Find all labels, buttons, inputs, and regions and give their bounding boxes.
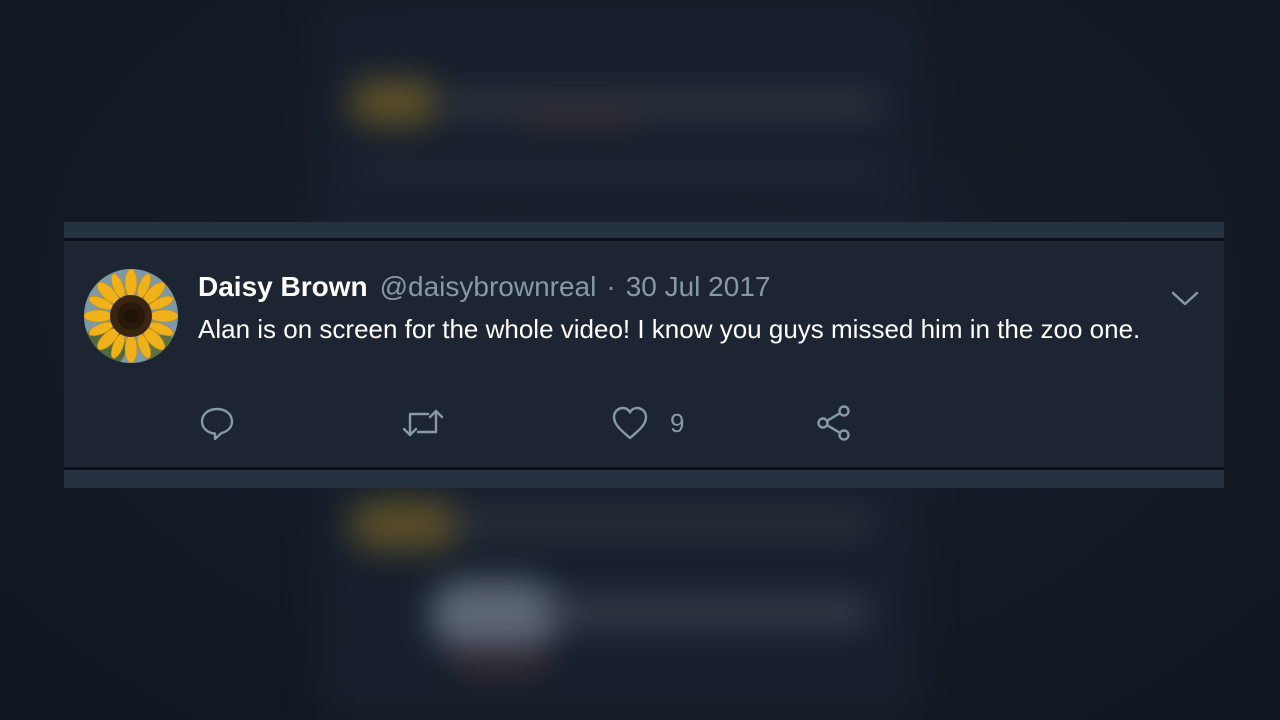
author-handle[interactable]: @daisybrownreal [380, 271, 597, 303]
author-name[interactable]: Daisy Brown [198, 271, 368, 303]
blurred-avatar-bottom [350, 500, 460, 550]
video-frame: Daisy Brown @daisybrownreal · 30 Jul 201… [0, 0, 1280, 720]
tweet-menu-button[interactable] [1170, 289, 1200, 309]
avatar[interactable] [84, 269, 178, 363]
blurred-text-top-accent [520, 110, 640, 128]
sunflower-avatar-icon [84, 269, 178, 363]
like-button[interactable]: 9 [610, 403, 684, 443]
share-button[interactable] [814, 403, 854, 443]
tweet-header: Daisy Brown @daisybrownreal · 30 Jul 201… [198, 271, 770, 305]
retweet-icon [402, 409, 444, 437]
tweet-card[interactable]: Daisy Brown @daisybrownreal · 30 Jul 201… [64, 238, 1224, 470]
tweet-card-frame: Daisy Brown @daisybrownreal · 30 Jul 201… [64, 222, 1224, 488]
like-count: 9 [670, 407, 685, 438]
blurred-accent-bottom [450, 650, 550, 674]
blurred-line-top [360, 160, 880, 180]
blurred-avatar-top [350, 80, 440, 125]
blurred-text-bottom-2 [540, 595, 870, 629]
tweet-text: Alan is on screen for the whole video! I… [198, 314, 1141, 344]
header-separator: · [606, 271, 616, 302]
reply-button[interactable] [198, 403, 236, 443]
blurred-text-bottom [450, 510, 870, 536]
share-icon [817, 405, 850, 441]
heart-icon [612, 406, 648, 440]
reply-icon [200, 407, 234, 441]
tweet-date[interactable]: 30 Jul 2017 [626, 271, 771, 303]
retweet-button[interactable] [400, 403, 446, 443]
chevron-down-icon [1171, 291, 1199, 306]
blurred-text-top [440, 92, 880, 118]
